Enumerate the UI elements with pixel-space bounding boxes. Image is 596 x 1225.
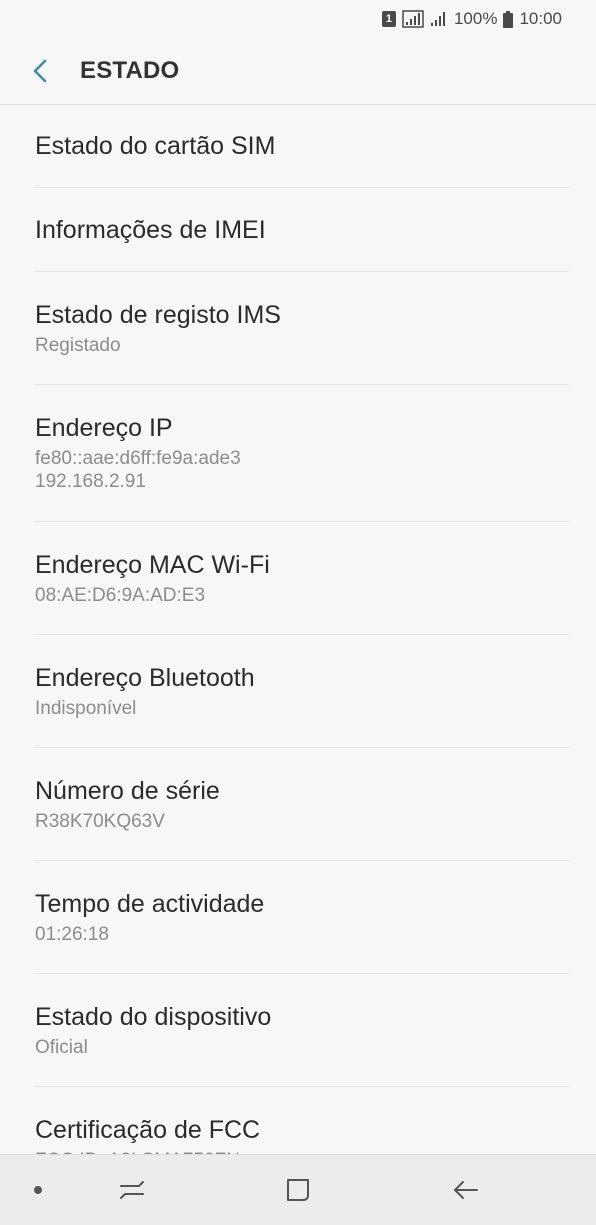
back-nav-button[interactable] xyxy=(434,1155,498,1225)
nav-dot-button[interactable] xyxy=(18,1155,58,1225)
list-item-value: Registado xyxy=(35,334,121,356)
list-item-value: 08:AE:D6:9A:AD:E3 xyxy=(35,584,206,606)
sim-slot-icon: 1 xyxy=(381,11,396,27)
dot-icon xyxy=(34,1186,42,1194)
list-item-value-2: 192.168.2.91 xyxy=(35,471,146,492)
list-item-sim-status[interactable]: Estado do cartão SIM xyxy=(35,104,570,188)
list-item-ip-address: Endereço IP fe80::aae:d6ff:fe9a:ade3 192… xyxy=(35,385,570,522)
list-item-uptime: Tempo de actividade 01:26:18 xyxy=(35,861,570,974)
list-item-device-status: Estado do dispositivo Oficial xyxy=(35,974,570,1087)
list-item-title: Número de série xyxy=(35,776,220,805)
battery-percent: 100% xyxy=(453,9,498,28)
list-item-title: Endereço Bluetooth xyxy=(35,663,255,692)
back-button[interactable] xyxy=(0,38,80,104)
clock: 10:00 xyxy=(519,9,562,28)
list-item-serial-number: Número de série R38K70KQ63V xyxy=(35,748,570,861)
home-button[interactable] xyxy=(266,1155,330,1225)
list-item-value: Oficial xyxy=(35,1036,88,1058)
battery-icon xyxy=(503,10,514,28)
signal-sim1-icon xyxy=(402,10,424,28)
chevron-left-icon xyxy=(33,59,47,83)
list-item-ims-registration[interactable]: Estado de registo IMS Registado xyxy=(35,272,570,385)
page-title: ESTADO xyxy=(80,57,180,84)
list-item-value: 01:26:18 xyxy=(35,923,109,945)
back-arrow-icon xyxy=(454,1181,478,1199)
list-item-title: Informações de IMEI xyxy=(35,215,266,244)
recents-button[interactable] xyxy=(100,1155,164,1225)
list-item-wifi-mac: Endereço MAC Wi-Fi 08:AE:D6:9A:AD:E3 xyxy=(35,522,570,635)
list-item-title: Endereço MAC Wi-Fi xyxy=(35,550,270,579)
app-bar: ESTADO xyxy=(0,38,596,105)
list-item-title: Endereço IP xyxy=(35,414,173,442)
status-bar: 1 100% 10:00 xyxy=(0,0,596,38)
navigation-bar xyxy=(0,1154,596,1225)
list-item-title: Estado de registo IMS xyxy=(35,300,281,329)
settings-list: Estado do cartão SIM Informações de IMEI… xyxy=(0,104,596,1200)
list-item-value: Indisponível xyxy=(35,697,137,719)
list-item-value: R38K70KQ63V xyxy=(35,810,165,832)
list-item-imei[interactable]: Informações de IMEI xyxy=(35,188,570,272)
list-item-bluetooth-address: Endereço Bluetooth Indisponível xyxy=(35,635,570,748)
list-item-title: Certificação de FCC xyxy=(35,1115,261,1144)
list-item-title: Tempo de actividade xyxy=(35,889,265,918)
list-item-title: Estado do cartão SIM xyxy=(35,131,276,160)
signal-sim2-icon xyxy=(430,11,448,27)
home-icon xyxy=(287,1179,309,1201)
recents-icon xyxy=(120,1181,144,1199)
list-item-title: Estado do dispositivo xyxy=(35,1002,272,1031)
list-item-value: fe80::aae:d6ff:fe9a:ade3 xyxy=(35,448,241,469)
